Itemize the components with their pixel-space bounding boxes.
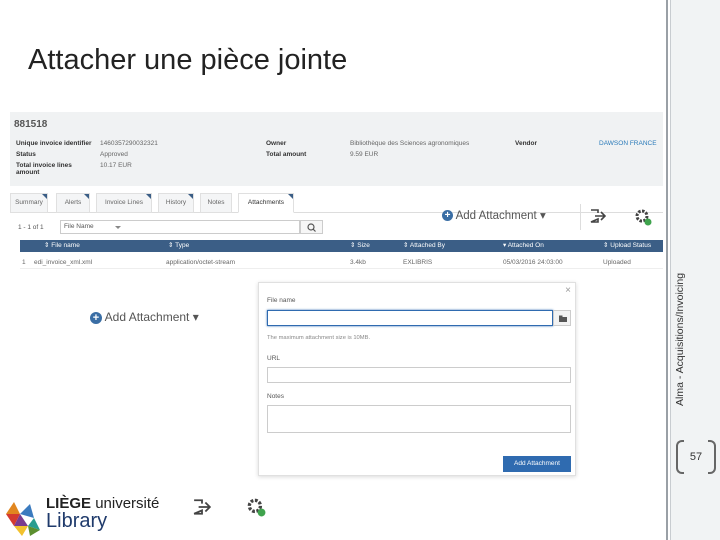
gear-icon[interactable] bbox=[634, 208, 652, 226]
cell-attached-on: 05/03/2016 24:03:00 bbox=[503, 259, 563, 266]
add-attachment-button-enlarged[interactable]: + Add Attachment ▾ bbox=[90, 310, 199, 324]
close-icon[interactable]: × bbox=[565, 285, 571, 296]
file-name-input[interactable] bbox=[267, 310, 553, 326]
field-status: Status bbox=[16, 151, 36, 158]
toolbar-separator bbox=[580, 204, 581, 230]
slide-title: Attacher une pièce jointe bbox=[28, 44, 348, 76]
file-browse-icon bbox=[559, 315, 567, 322]
section-label: Alma - Acquisitions/Invoicing bbox=[674, 272, 686, 406]
column-header-size[interactable]: ⇕ Size bbox=[350, 240, 370, 252]
column-header-upload-status[interactable]: ⇕ Upload Status bbox=[603, 240, 651, 252]
column-header-type[interactable]: ⇕ Type bbox=[168, 240, 189, 252]
sort-by-select[interactable]: File Name bbox=[60, 220, 300, 234]
column-header-attached-by[interactable]: ⇕ Attached By bbox=[403, 240, 445, 252]
column-header-file-name[interactable]: ⇕ File name bbox=[44, 240, 80, 252]
tab-attachments[interactable]: Attachments bbox=[238, 193, 294, 213]
tab-history[interactable]: History bbox=[158, 193, 194, 213]
cell-file-name[interactable]: edi_invoice_xml.xml bbox=[34, 257, 162, 269]
field-total-lines: Total invoice lines amount bbox=[16, 162, 72, 176]
plus-circle-icon: + bbox=[90, 311, 102, 324]
notes-textarea[interactable] bbox=[267, 405, 571, 433]
invoice-header: 881518 Unique invoice identifier 1460357… bbox=[10, 112, 663, 186]
table-header: ⇕ File name ⇕ Type ⇕ Size ⇕ Attached By … bbox=[20, 240, 663, 252]
notes-label: Notes bbox=[267, 393, 284, 400]
search-icon bbox=[307, 223, 316, 232]
cell-upload-status: Uploaded bbox=[603, 259, 631, 266]
exit-icon[interactable] bbox=[590, 209, 606, 223]
cell-size: 3.4kb bbox=[350, 259, 366, 266]
cell-attached-by: EXLIBRIS bbox=[403, 259, 433, 266]
exit-icon bbox=[193, 499, 211, 515]
tab-alerts[interactable]: Alerts bbox=[56, 193, 90, 213]
add-attachment-button[interactable]: + Add Attachment ▾ bbox=[442, 208, 546, 222]
cell-type: application/octet-stream bbox=[166, 259, 236, 266]
record-id: 881518 bbox=[14, 119, 48, 130]
field-unique-id: Unique invoice identifier bbox=[16, 140, 92, 147]
tab-invoice-lines[interactable]: Invoice Lines bbox=[96, 193, 152, 213]
url-label: URL bbox=[267, 355, 281, 362]
plus-circle-icon: + bbox=[442, 210, 453, 222]
logo-library-text: Library bbox=[46, 510, 108, 532]
field-vendor: Vendor bbox=[515, 140, 538, 147]
tab-bar: Summary Alerts Invoice Lines History Not… bbox=[10, 191, 663, 213]
field-total-lines-value: 10.17 EUR bbox=[100, 162, 132, 169]
page-number: 57 bbox=[676, 440, 716, 474]
tab-summary[interactable]: Summary bbox=[10, 193, 48, 213]
browse-file-button[interactable] bbox=[553, 310, 571, 326]
field-total-amount: Total amount bbox=[266, 151, 307, 158]
table-row[interactable]: 1 edi_invoice_xml.xml application/octet-… bbox=[20, 257, 663, 269]
tab-notes[interactable]: Notes bbox=[200, 193, 232, 213]
column-header-attached-on[interactable]: ▾ Attached On bbox=[503, 240, 544, 252]
file-name-label: File name bbox=[267, 297, 296, 304]
url-input[interactable] bbox=[267, 367, 571, 383]
max-size-hint: The maximum attachment size is 10MB. bbox=[267, 335, 371, 341]
field-owner: Owner bbox=[266, 140, 287, 147]
field-unique-id-value: 1460357290032321 bbox=[100, 140, 158, 147]
add-attachment-submit-button[interactable]: Add Attachment bbox=[503, 456, 571, 472]
row-number: 1 bbox=[22, 259, 26, 266]
vendor-link[interactable]: DAWSON FRANCE bbox=[599, 140, 657, 147]
field-total-amount-value: 9.59 EUR bbox=[350, 151, 379, 158]
field-owner-value: Bibliothèque des Sciences agronomiques bbox=[350, 140, 470, 147]
chevron-down-icon bbox=[115, 226, 121, 229]
pager-count: 1 - 1 of 1 bbox=[18, 224, 44, 231]
invoice-panel: 881518 Unique invoice identifier 1460357… bbox=[10, 112, 663, 276]
field-status-value: Approved bbox=[100, 151, 128, 158]
university-logo-icon bbox=[6, 502, 40, 536]
gear-icon bbox=[247, 498, 266, 517]
add-attachment-dialog: × File name The maximum attachment size … bbox=[258, 282, 576, 476]
search-button[interactable] bbox=[300, 220, 323, 234]
